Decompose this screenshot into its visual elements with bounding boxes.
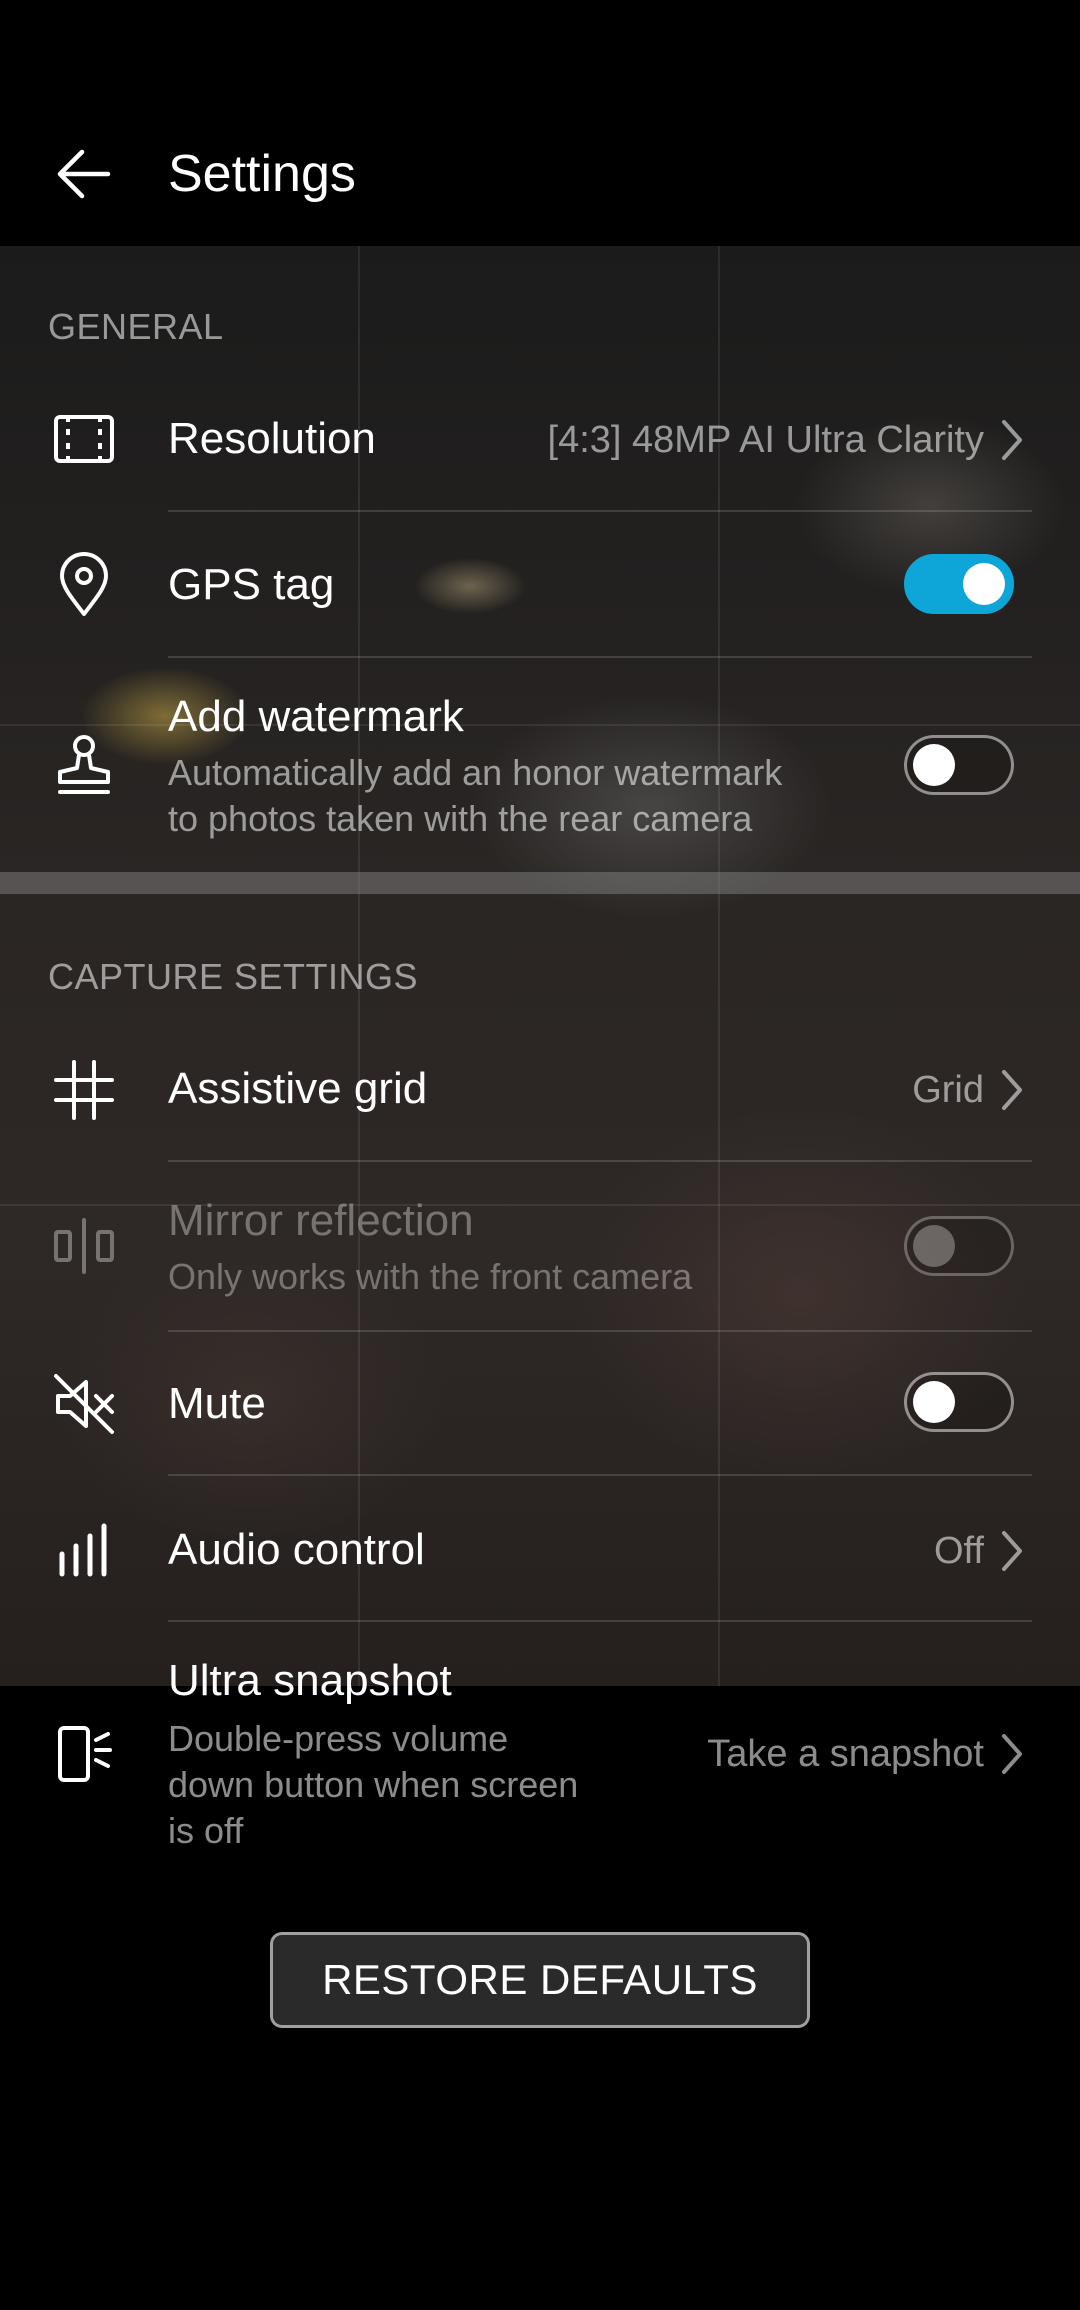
ultra-snapshot-value: Take a snapshot [707, 1733, 984, 1775]
audio-bars-icon [48, 1514, 120, 1586]
ultra-snapshot-subtitle-line3: is off [168, 1810, 244, 1851]
grid-line [0, 1204, 1080, 1206]
resolution-value: [4:3] 48MP AI Ultra Clarity [547, 419, 984, 461]
snapshot-phone-icon [48, 1718, 120, 1790]
mirror-icon [48, 1210, 120, 1282]
stamp-icon [48, 730, 120, 802]
grid-line [0, 724, 1080, 726]
assistive-grid-value: Grid [912, 1069, 984, 1111]
ultra-snapshot-subtitle-line1: Double-press volume [168, 1718, 509, 1759]
back-arrow-icon [57, 149, 111, 199]
add-watermark-title: Add watermark [168, 692, 464, 741]
toggle-knob [913, 1381, 955, 1423]
app-header: Settings [0, 0, 1080, 246]
ultra-snapshot-title: Ultra snapshot [168, 1656, 452, 1705]
gps-tag-toggle[interactable] [904, 554, 1014, 614]
mirror-reflection-title: Mirror reflection [168, 1196, 474, 1245]
chevron-right-icon [1002, 1531, 1022, 1571]
section-label-general: GENERAL [48, 306, 224, 347]
toggle-knob [913, 1225, 955, 1267]
add-watermark-subtitle-line2: to photos taken with the rear camera [168, 798, 753, 839]
toggle-knob [913, 744, 955, 786]
resolution-title: Resolution [168, 414, 376, 463]
location-pin-icon [48, 550, 120, 622]
section-label-capture-settings: CAPTURE SETTINGS [48, 956, 419, 997]
audio-control-title: Audio control [168, 1525, 425, 1574]
divider [168, 1330, 1032, 1332]
page-title: Settings [168, 145, 356, 203]
chevron-right-icon [1002, 420, 1022, 460]
back-button[interactable] [48, 138, 120, 210]
divider [168, 1620, 1032, 1622]
divider [168, 510, 1032, 512]
gps-tag-title: GPS tag [168, 560, 335, 609]
divider [168, 1160, 1032, 1162]
toggle-knob [963, 563, 1005, 605]
mirror-reflection-subtitle: Only works with the front camera [168, 1256, 693, 1297]
divider [168, 1474, 1032, 1476]
mute-title: Mute [168, 1379, 266, 1428]
mute-toggle[interactable] [904, 1372, 1014, 1432]
chevron-right-icon [1002, 1070, 1022, 1110]
add-watermark-toggle[interactable] [904, 735, 1014, 795]
assistive-grid-title: Assistive grid [168, 1064, 428, 1113]
mute-speaker-icon [48, 1368, 120, 1440]
divider [168, 656, 1032, 658]
mirror-reflection-toggle [904, 1216, 1014, 1276]
add-watermark-subtitle-line1: Automatically add an honor watermark [168, 752, 783, 793]
audio-control-value: Off [934, 1530, 984, 1572]
chevron-right-icon [1002, 1734, 1022, 1774]
resolution-icon [48, 403, 120, 475]
section-separator [0, 872, 1080, 894]
restore-defaults-button[interactable]: RESTORE DEFAULTS [270, 1932, 810, 2028]
grid-icon [48, 1054, 120, 1126]
ultra-snapshot-subtitle-line2: down button when screen [168, 1764, 579, 1805]
